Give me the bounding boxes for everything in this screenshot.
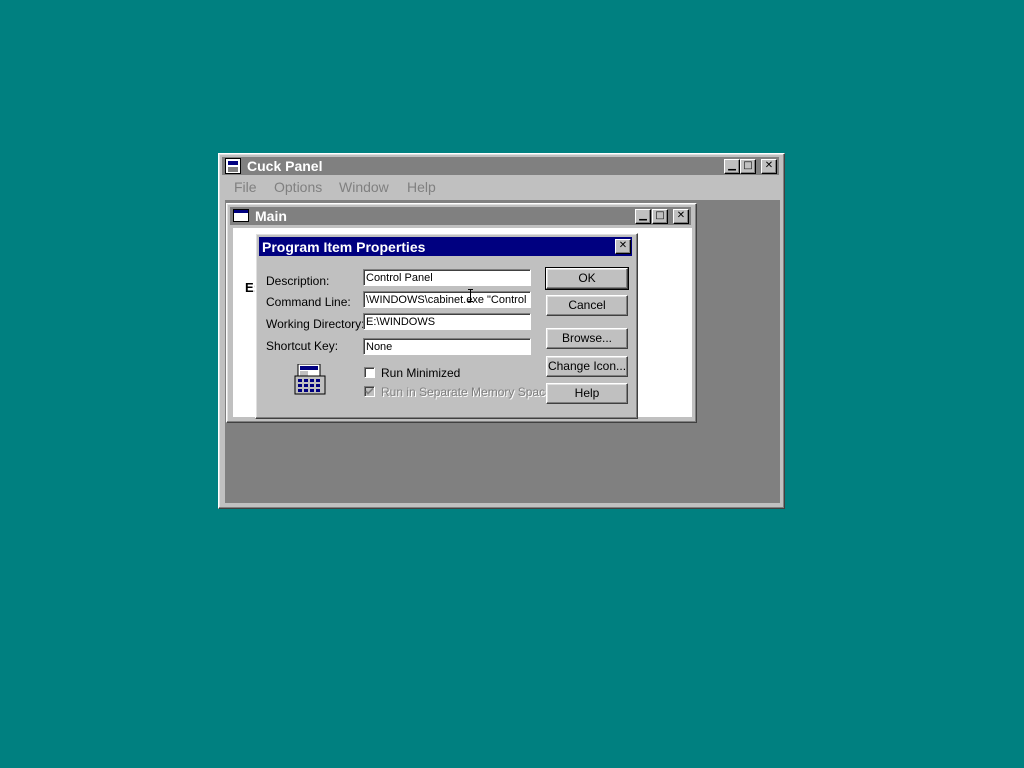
- main-titlebar[interactable]: Main ▁ □ ✕: [230, 207, 691, 225]
- main-maximize-button[interactable]: □: [652, 209, 668, 224]
- help-button[interactable]: Help: [546, 383, 628, 404]
- cancel-button[interactable]: Cancel: [546, 295, 628, 316]
- run-minimized-label[interactable]: Run Minimized: [381, 366, 460, 380]
- working-directory-field[interactable]: E:\WINDOWS: [363, 313, 531, 330]
- ok-button[interactable]: OK: [545, 267, 629, 290]
- run-minimized-checkbox[interactable]: [364, 367, 375, 378]
- minimize-button[interactable]: ▁: [724, 159, 740, 174]
- menu-file[interactable]: File: [234, 179, 257, 195]
- main-minimize-button[interactable]: ▁: [635, 209, 651, 224]
- text-cursor-icon: [467, 289, 474, 302]
- shortcut-key-label: Shortcut Key:: [266, 339, 339, 353]
- main-title: Main: [255, 208, 287, 224]
- separate-memory-checkbox: [364, 386, 375, 397]
- separate-memory-label: Run in Separate Memory Space: [381, 385, 552, 399]
- dialog-title: Program Item Properties: [262, 239, 426, 255]
- shortcut-key-field[interactable]: None: [363, 338, 531, 355]
- dialog-titlebar[interactable]: Program Item Properties ✕: [259, 237, 632, 256]
- program-manager-title: Cuck Panel: [247, 158, 323, 174]
- change-icon-button[interactable]: Change Icon...: [546, 356, 628, 377]
- menu-window[interactable]: Window: [339, 179, 389, 195]
- menu-options[interactable]: Options: [274, 179, 322, 195]
- control-panel-icon[interactable]: [294, 363, 326, 396]
- app-icon[interactable]: [225, 158, 241, 174]
- menu-bar: File Options Window Help: [222, 179, 779, 199]
- close-button[interactable]: ✕: [761, 159, 777, 174]
- command-line-field[interactable]: \WINDOWS\cabinet.exe "Control: [363, 291, 531, 308]
- description-field[interactable]: Control Panel: [363, 269, 531, 286]
- checkmark-icon: [365, 387, 374, 395]
- dialog-close-button[interactable]: ✕: [615, 239, 631, 254]
- program-item-properties-dialog: Program Item Properties ✕ Description: C…: [255, 233, 638, 419]
- program-manager-titlebar[interactable]: Cuck Panel ▁ □ ✕: [222, 157, 779, 175]
- window-menu-icon[interactable]: [233, 209, 249, 222]
- menu-help[interactable]: Help: [407, 179, 436, 195]
- browse-button[interactable]: Browse...: [546, 328, 628, 349]
- main-close-button[interactable]: ✕: [673, 209, 689, 224]
- maximize-button[interactable]: □: [740, 159, 756, 174]
- working-directory-label: Working Directory:: [266, 317, 365, 331]
- command-line-label: Command Line:: [266, 295, 351, 309]
- description-label: Description:: [266, 274, 330, 288]
